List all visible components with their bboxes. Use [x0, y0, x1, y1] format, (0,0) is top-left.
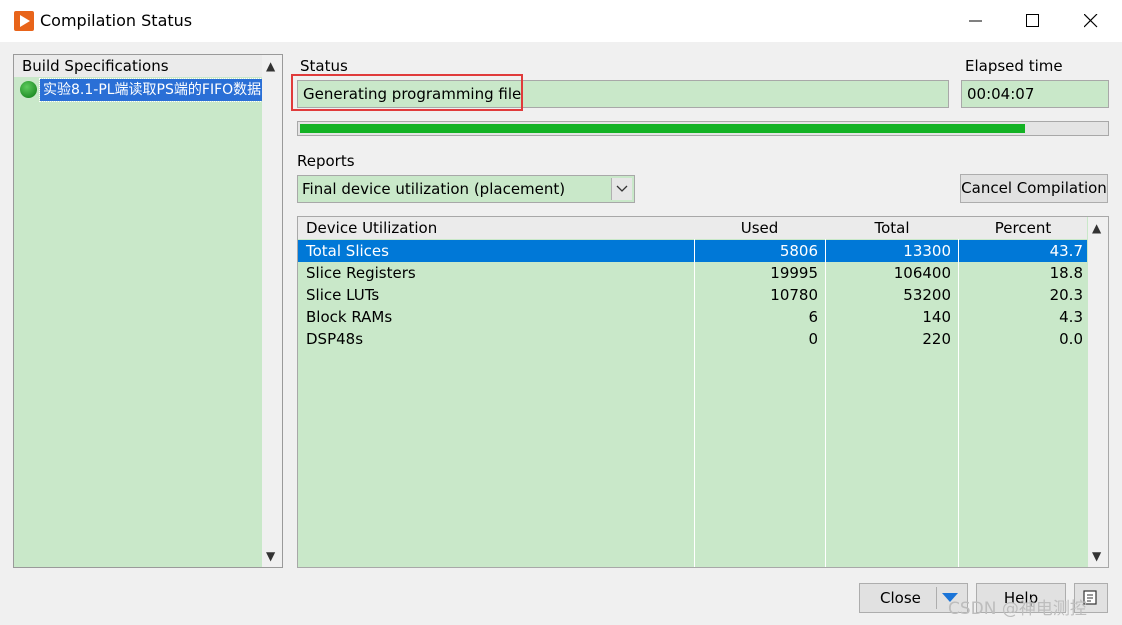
cell-name: Block RAMs: [306, 308, 393, 326]
build-specifications-header: Build Specifications: [14, 55, 262, 77]
column-header-device-utilization[interactable]: Device Utilization: [298, 217, 694, 239]
compilation-progress-bar: [297, 121, 1109, 136]
build-spec-item[interactable]: 实验8.1-PL端读取PS端的FIFO数据: [18, 78, 263, 102]
table-header: Device Utilization Used Total Percent: [298, 217, 1087, 239]
minimize-button[interactable]: [948, 0, 1004, 42]
column-header-total[interactable]: Total: [826, 217, 958, 239]
cell-percent: 4.3: [1059, 308, 1083, 326]
cell-total: 53200: [903, 286, 951, 304]
table-row[interactable]: Total Slices 5806 13300 43.7: [298, 240, 1087, 262]
cell-percent: 0.0: [1059, 330, 1083, 348]
cell-used: 10780: [770, 286, 818, 304]
chevron-up-icon[interactable]: ▲: [1092, 221, 1101, 235]
table-scrollbar[interactable]: ▲ ▼: [1088, 217, 1108, 567]
elapsed-time-field: 00:04:07: [961, 80, 1109, 108]
button-divider: [936, 587, 937, 609]
column-header-used[interactable]: Used: [694, 217, 825, 239]
column-divider: [694, 239, 695, 567]
cell-percent: 18.8: [1049, 264, 1083, 282]
left-scrollbar[interactable]: ▲ ▼: [262, 55, 282, 567]
reports-label: Reports: [297, 152, 355, 170]
window-title: Compilation Status: [40, 11, 193, 30]
status-highlight-annotation: [291, 74, 523, 111]
maximize-icon: [1026, 14, 1039, 27]
cancel-compilation-button[interactable]: Cancel Compilation: [960, 174, 1108, 203]
close-icon: [1084, 14, 1098, 28]
chevron-down-icon[interactable]: ▼: [266, 549, 275, 563]
labview-app-icon: [14, 11, 34, 31]
dropdown-chevron-icon: [616, 185, 628, 192]
cell-percent: 20.3: [1049, 286, 1083, 304]
close-button-label: Close: [880, 589, 921, 607]
progress-fill: [300, 124, 1026, 133]
close-window-button[interactable]: [1063, 0, 1119, 42]
status-label: Status: [300, 57, 348, 75]
cell-used: 6: [808, 308, 818, 326]
build-spec-item-label: 实验8.1-PL端读取PS端的FIFO数据: [39, 78, 263, 102]
cell-used: 5806: [779, 242, 818, 260]
cell-name: Slice Registers: [306, 264, 416, 282]
table-row[interactable]: Slice LUTs 10780 53200 20.3: [298, 284, 1087, 306]
build-specifications-header-label: Build Specifications: [22, 57, 169, 75]
cell-percent: 43.7: [1049, 242, 1083, 260]
minimize-icon: [969, 20, 982, 22]
column-header-percent[interactable]: Percent: [959, 217, 1087, 239]
build-specifications-list[interactable]: Build Specifications 实验8.1-PL端读取PS端的FIFO…: [13, 54, 283, 568]
chevron-up-icon[interactable]: ▲: [266, 59, 275, 73]
cell-total: 220: [922, 330, 951, 348]
cell-used: 19995: [770, 264, 818, 282]
reports-selected-value: Final device utilization (placement): [302, 180, 566, 198]
cell-name: Slice LUTs: [306, 286, 380, 304]
column-divider: [958, 239, 959, 567]
reports-select[interactable]: Final device utilization (placement): [297, 175, 635, 203]
chevron-down-icon[interactable]: ▼: [1092, 549, 1101, 563]
cell-total: 140: [922, 308, 951, 326]
table-row[interactable]: Slice Registers 19995 106400 18.8: [298, 262, 1087, 284]
device-utilization-table: Device Utilization Used Total Percent To…: [297, 216, 1109, 568]
cell-total: 13300: [903, 242, 951, 260]
cell-name: Total Slices: [306, 242, 389, 260]
cell-name: DSP48s: [306, 330, 364, 348]
table-row[interactable]: Block RAMs 6 140 4.3: [298, 306, 1087, 328]
reports-dropdown-button[interactable]: [611, 178, 632, 200]
cell-total: 106400: [893, 264, 951, 282]
title-bar: Compilation Status: [0, 0, 1122, 42]
table-row[interactable]: DSP48s 0 220 0.0: [298, 328, 1087, 350]
watermark: CSDN @神电测控: [948, 599, 1087, 619]
column-divider: [825, 239, 826, 567]
status-ok-icon: [20, 81, 37, 98]
cell-used: 0: [808, 330, 818, 348]
elapsed-time-label: Elapsed time: [965, 57, 1063, 75]
maximize-button[interactable]: [1005, 0, 1061, 42]
